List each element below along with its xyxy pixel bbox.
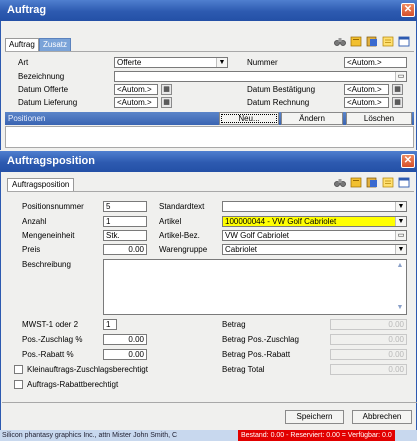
bezeichnung-label: Bezeichnung: [18, 72, 65, 81]
tab-auftrag[interactable]: Auftrag: [5, 38, 39, 51]
standardtext-label: Standardtext: [159, 202, 205, 211]
dropdown-arrow-icon[interactable]: ▼: [395, 217, 406, 226]
tab-divider: [7, 191, 414, 192]
artikel-label: Artikel: [159, 217, 182, 226]
paste-icon[interactable]: [365, 177, 378, 189]
datum-rechnung-field[interactable]: <Autom.>: [344, 97, 389, 108]
toolbar: [333, 36, 413, 49]
dropdown-arrow-icon[interactable]: ▼: [395, 202, 406, 211]
pos-zuschlag-field[interactable]: 0.00: [103, 334, 147, 345]
calendar-icon[interactable]: ▦: [392, 97, 403, 108]
auftrag-title: Auftrag: [7, 4, 47, 16]
mengeneinheit-label: Mengeneinheit: [22, 231, 75, 240]
warengruppe-label: Warengruppe: [159, 245, 208, 254]
book-icon[interactable]: [349, 36, 362, 48]
comment-icon[interactable]: ▭: [395, 231, 406, 240]
betrag-pos-zuschlag-field: 0.00: [330, 334, 407, 345]
comment-icon[interactable]: ▭: [395, 72, 406, 81]
auftrag-titlebar: Auftrag ✕: [0, 0, 417, 21]
datum-lieferung-label: Datum Lieferung: [18, 98, 78, 107]
tab-divider: [5, 51, 414, 52]
close-icon[interactable]: ✕: [401, 3, 415, 17]
nummer-label: Nummer: [247, 58, 278, 67]
aendern-button[interactable]: Ändern: [281, 112, 343, 125]
betrag-field: 0.00: [330, 319, 407, 330]
betrag-pos-zuschlag-label: Betrag Pos.-Zuschlag: [222, 335, 299, 344]
rabatt-label: Auftrags-Rabattberechtigt: [27, 380, 119, 389]
betrag-pos-rabatt-field: 0.00: [330, 349, 407, 360]
mengeneinheit-field[interactable]: Stk.: [103, 230, 147, 241]
klein-zuschlag-checkbox[interactable]: [14, 365, 23, 374]
datum-lieferung-field[interactable]: <Autom.>: [114, 97, 158, 108]
statusbar: Silicon phantasy graphics Inc., attn Mis…: [0, 430, 417, 441]
statusbar-text: Silicon phantasy graphics Inc., attn Mis…: [2, 432, 178, 439]
tab-auftragsposition[interactable]: Auftragsposition: [7, 178, 75, 191]
betrag-pos-rabatt-label: Betrag Pos.-Rabatt: [222, 350, 291, 359]
art-label: Art: [18, 58, 29, 67]
footer-divider: [2, 402, 417, 403]
close-icon[interactable]: ✕: [401, 154, 415, 168]
scroll-up-icon[interactable]: ▲: [395, 261, 405, 271]
position-title: Auftragsposition: [7, 155, 95, 167]
anzahl-field[interactable]: 1: [103, 216, 147, 227]
artikel-select[interactable]: 100000044 - VW Golf Cabriolet ▼: [222, 216, 407, 227]
neu-button[interactable]: Neu...: [219, 112, 279, 125]
window-icon[interactable]: [397, 177, 410, 189]
positionen-label: Positionen: [8, 114, 46, 123]
betrag-total-field: 0.00: [330, 364, 407, 375]
note-icon[interactable]: [381, 177, 394, 189]
nummer-field[interactable]: <Autom.>: [344, 57, 407, 68]
scroll-down-icon[interactable]: ▼: [395, 303, 405, 313]
binoculars-icon[interactable]: [333, 177, 346, 189]
warengruppe-select[interactable]: Cabriolet ▼: [222, 244, 407, 255]
position-titlebar: Auftragsposition ✕: [0, 151, 417, 172]
stock-warning: Bestand: 0.00 - Reserviert: 0.00 = Verfü…: [238, 430, 395, 441]
book-icon[interactable]: [349, 177, 362, 189]
datum-rechnung-label: Datum Rechnung: [247, 98, 310, 107]
datum-offerte-field[interactable]: <Autom.>: [114, 84, 158, 95]
toolbar: [333, 177, 413, 190]
positionen-list[interactable]: [5, 126, 414, 148]
preis-field[interactable]: 0.00: [103, 244, 147, 255]
bezeichnung-field[interactable]: ▭: [114, 71, 407, 82]
pos-zuschlag-label: Pos.-Zuschlag %: [22, 335, 83, 344]
calendar-icon[interactable]: ▦: [161, 97, 172, 108]
pos-rabatt-label: Pos.-Rabatt %: [22, 350, 74, 359]
loeschen-button[interactable]: Löschen: [346, 112, 412, 125]
calendar-icon[interactable]: ▦: [161, 84, 172, 95]
dropdown-arrow-icon[interactable]: ▼: [216, 58, 227, 67]
positionsnummer-label: Positionsnummer: [22, 202, 84, 211]
art-select[interactable]: Offerte ▼: [114, 57, 228, 68]
auftrag-window-body: Auftrag Zusatz Art Offerte ▼ Nummer <Aut…: [0, 21, 417, 150]
dropdown-arrow-icon[interactable]: ▼: [395, 245, 406, 254]
abbrechen-button[interactable]: Abbrechen: [352, 410, 412, 424]
rabatt-checkbox[interactable]: [14, 380, 23, 389]
standardtext-select[interactable]: ▼: [222, 201, 407, 212]
datum-bestaetigung-label: Datum Bestätigung: [247, 85, 316, 94]
window-icon[interactable]: [397, 36, 410, 48]
note-icon[interactable]: [381, 36, 394, 48]
artikel-bez-label: Artikel-Bez.: [159, 231, 200, 240]
pos-rabatt-field[interactable]: 0.00: [103, 349, 147, 360]
betrag-total-label: Betrag Total: [222, 365, 265, 374]
klein-zuschlag-label: Kleinauftrags-Zuschlagsberechtigt: [27, 365, 148, 374]
mwst-label: MWST-1 oder 2: [22, 320, 79, 329]
betrag-label: Betrag: [222, 320, 246, 329]
mwst-field[interactable]: 1: [103, 319, 117, 330]
binoculars-icon[interactable]: [333, 36, 346, 48]
datum-bestaetigung-field[interactable]: <Autom.>: [344, 84, 389, 95]
preis-label: Preis: [22, 245, 41, 254]
calendar-icon[interactable]: ▦: [392, 84, 403, 95]
position-window-body: Auftragsposition Positionsnummer 5 Anzah…: [0, 172, 417, 430]
datum-offerte-label: Datum Offerte: [18, 85, 69, 94]
beschreibung-textarea[interactable]: ▲ ▼: [103, 259, 407, 315]
positionsnummer-field[interactable]: 5: [103, 201, 147, 212]
paste-icon[interactable]: [365, 36, 378, 48]
speichern-button[interactable]: Speichern: [285, 410, 344, 424]
artikel-bez-field[interactable]: VW Golf Cabriolet ▭: [222, 230, 407, 241]
tab-zusatz[interactable]: Zusatz: [39, 38, 72, 51]
anzahl-label: Anzahl: [22, 217, 47, 226]
beschreibung-label: Beschreibung: [22, 260, 71, 269]
